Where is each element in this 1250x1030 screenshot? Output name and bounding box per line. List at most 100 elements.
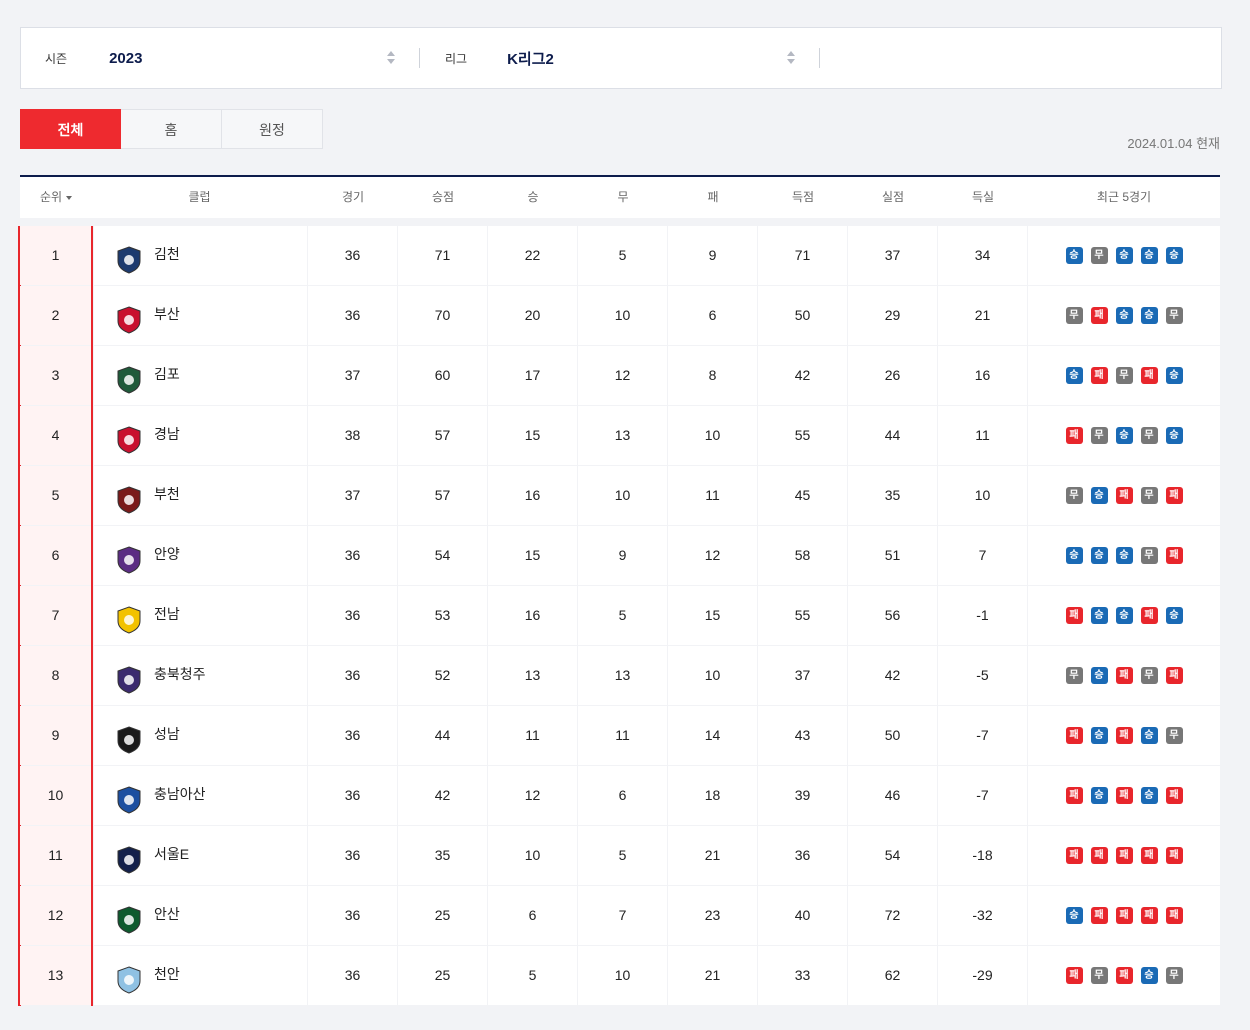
col-draws-header: 무: [617, 190, 629, 204]
club-name[interactable]: 천안: [154, 946, 180, 1002]
table-row[interactable]: 12 안산 36 25 6 7 23 40 72 -32 승 패 패 패 패: [20, 886, 1220, 946]
goals-for-cell: 58: [758, 526, 847, 585]
club-name[interactable]: 부천: [154, 466, 180, 522]
result-badge: 패: [1115, 907, 1133, 924]
club-cell[interactable]: 부천: [94, 466, 307, 525]
table-row[interactable]: 9 성남 36 44 11 11 14 43 50 -7 패 승 패 승 무: [20, 706, 1220, 766]
draws-cell: 7: [578, 886, 667, 945]
recent-form-cell: 승승승무패: [1028, 526, 1220, 585]
club-cell[interactable]: 충북청주: [94, 646, 307, 705]
table-row[interactable]: 8 충북청주 36 52 13 13 10 37 42 -5 무 승 패 무 패: [20, 646, 1220, 706]
table-header: 순위 클럽 경기 승점 승 무 패 득점 실점 득실 최근 5경기: [20, 175, 1220, 218]
recent-form-cell: 무승패무패: [1028, 646, 1220, 705]
table-row[interactable]: 5 부천 37 57 16 10 11 45 35 10 무 승 패 무 패: [20, 466, 1220, 526]
draws-cell: 5: [578, 586, 667, 645]
club-name[interactable]: 안양: [154, 526, 180, 582]
club-name[interactable]: 서울E: [154, 826, 189, 882]
league-select[interactable]: 리그 K리그2: [445, 28, 815, 88]
goals-against-cell: 56: [848, 586, 937, 645]
result-badge: 패: [1115, 667, 1133, 684]
recent-form-badges: 승패패패패: [1028, 907, 1220, 924]
club-cell[interactable]: 충남아산: [94, 766, 307, 825]
table-row[interactable]: 10 충남아산 36 42 12 6 18 39 46 -7 패 승 패 승 패: [20, 766, 1220, 826]
played-cell: 36: [308, 526, 397, 585]
result-badge: 승: [1165, 247, 1183, 264]
league-value[interactable]: K리그2: [507, 48, 554, 69]
col-rank-header[interactable]: 순위: [20, 177, 92, 218]
result-badge: 패: [1065, 607, 1083, 624]
goals-for-cell: 40: [758, 886, 847, 945]
table-row[interactable]: 7 전남 36 53 16 5 15 55 56 -1 패 승 승 패 승: [20, 586, 1220, 646]
anyang-logo-icon: [114, 541, 144, 574]
recent-form-badges: 무승패무패: [1028, 487, 1220, 504]
club-cell[interactable]: 경남: [94, 406, 307, 465]
goal-diff-cell: 34: [938, 226, 1027, 285]
club-cell[interactable]: 안양: [94, 526, 307, 585]
recent-form-badges: 패패패패패: [1028, 847, 1220, 864]
goals-for-cell: 43: [758, 706, 847, 765]
result-badge: 승: [1090, 667, 1108, 684]
draws-cell: 13: [578, 646, 667, 705]
club-cell[interactable]: 성남: [94, 706, 307, 765]
season-value[interactable]: 2023: [109, 50, 142, 67]
tab-home[interactable]: 홈: [121, 109, 222, 149]
league-sort-arrows-icon[interactable]: [787, 50, 795, 66]
recent-form-cell: 승패무패승: [1028, 346, 1220, 405]
result-badge: 승: [1090, 607, 1108, 624]
played-cell: 38: [308, 406, 397, 465]
club-cell[interactable]: 안산: [94, 886, 307, 945]
table-row[interactable]: 1 김천 36 71 22 5 9 71 37 34 승 무 승 승 승: [20, 226, 1220, 286]
points-cell: 70: [398, 286, 487, 345]
points-cell: 57: [398, 406, 487, 465]
season-select[interactable]: 시즌 2023: [45, 28, 415, 88]
club-cell[interactable]: 김포: [94, 346, 307, 405]
table-row[interactable]: 3 김포 37 60 17 12 8 42 26 16 승 패 무 패 승: [20, 346, 1220, 406]
club-name[interactable]: 성남: [154, 706, 180, 762]
club-name[interactable]: 경남: [154, 406, 180, 462]
result-badge: 승: [1065, 367, 1083, 384]
col-played-header: 경기: [341, 190, 365, 204]
club-name[interactable]: 김포: [154, 346, 180, 402]
losses-cell: 12: [668, 526, 757, 585]
club-name[interactable]: 김천: [154, 226, 180, 282]
points-cell: 60: [398, 346, 487, 405]
table-row[interactable]: 13 천안 36 25 5 10 21 33 62 -29 패 무 패 승 무: [20, 946, 1220, 1006]
played-cell: 36: [308, 586, 397, 645]
goals-against-cell: 51: [848, 526, 937, 585]
club-cell[interactable]: 김천: [94, 226, 307, 285]
result-badge: 패: [1165, 487, 1183, 504]
table-row[interactable]: 11 서울E 36 35 10 5 21 36 54 -18 패 패 패 패 패: [20, 826, 1220, 886]
table-row[interactable]: 4 경남 38 57 15 13 10 55 44 11 패 무 승 무 승: [20, 406, 1220, 466]
rank-cell: 5: [20, 466, 91, 525]
table-row[interactable]: 2 부산 36 70 20 10 6 50 29 21 무 패 승 승 무: [20, 286, 1220, 346]
goals-for-cell: 37: [758, 646, 847, 705]
gimpo-logo-icon: [114, 361, 144, 394]
goal-diff-cell: 21: [938, 286, 1027, 345]
recent-form-badges: 무패승승무: [1028, 307, 1220, 324]
rank-cell: 11: [20, 826, 91, 885]
tab-away[interactable]: 원정: [222, 109, 323, 149]
club-cell[interactable]: 부산: [94, 286, 307, 345]
draws-cell: 10: [578, 466, 667, 525]
result-badge: 무: [1165, 307, 1183, 324]
goal-diff-cell: -5: [938, 646, 1027, 705]
goals-for-cell: 45: [758, 466, 847, 525]
club-cell[interactable]: 전남: [94, 586, 307, 645]
played-cell: 36: [308, 286, 397, 345]
draws-cell: 6: [578, 766, 667, 825]
club-name[interactable]: 안산: [154, 886, 180, 942]
club-name[interactable]: 부산: [154, 286, 180, 342]
club-name[interactable]: 전남: [154, 586, 180, 642]
season-sort-arrows-icon[interactable]: [387, 50, 395, 66]
club-name[interactable]: 충남아산: [154, 766, 206, 822]
club-cell[interactable]: 천안: [94, 946, 307, 1005]
club-cell[interactable]: 서울E: [94, 826, 307, 885]
tab-all[interactable]: 전체: [20, 109, 121, 149]
result-badge: 무: [1065, 307, 1083, 324]
draws-cell: 11: [578, 706, 667, 765]
result-badge: 무: [1090, 427, 1108, 444]
club-name[interactable]: 충북청주: [154, 646, 206, 702]
cheonan-logo-icon: [114, 961, 144, 994]
table-row[interactable]: 6 안양 36 54 15 9 12 58 51 7 승 승 승 무 패: [20, 526, 1220, 586]
col-recent-header: 최근 5경기: [1096, 190, 1152, 204]
